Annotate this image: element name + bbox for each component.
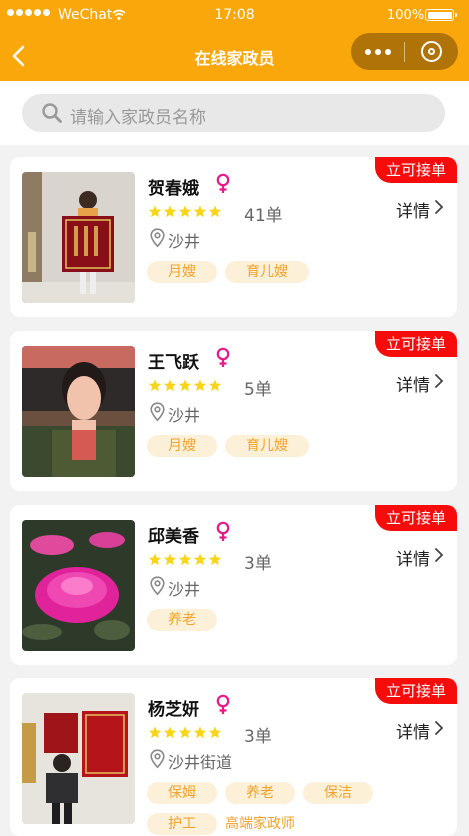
star-icon: [148, 724, 162, 743]
rating-stars: [148, 724, 222, 743]
service-tag: 月嫂: [147, 435, 217, 457]
chevron-right-icon: [434, 720, 444, 741]
helper-card[interactable]: 王飞跃 5单沙井月嫂 育儿嫂 立可接单详情: [10, 331, 457, 491]
detail-label: 详情: [396, 723, 430, 743]
female-icon: [216, 521, 230, 547]
helper-photo: [22, 346, 135, 477]
location-text: 沙井: [168, 580, 201, 599]
search-icon: [42, 103, 62, 123]
star-icon: [148, 551, 162, 570]
location-pin-icon: [150, 228, 165, 252]
helper-photo: [22, 693, 135, 824]
mini-program-capsule: [351, 33, 458, 70]
star-icon: [193, 724, 207, 743]
order-count: 41单: [244, 206, 283, 226]
nav-bar: 在线家政员: [0, 33, 469, 81]
star-icon: [208, 377, 222, 396]
star-icon: [163, 203, 177, 222]
service-tag: 护工: [147, 813, 217, 835]
star-icon: [178, 203, 192, 222]
detail-link[interactable]: 详情: [396, 371, 444, 396]
service-tags: 月嫂 育儿嫂: [147, 435, 447, 457]
rating-stars: [148, 551, 222, 570]
close-mini-program-icon[interactable]: [421, 41, 442, 62]
available-badge: 立可接单: [375, 331, 457, 357]
helper-card[interactable]: 邱美香 3单沙井养老 立可接单详情: [10, 505, 457, 665]
available-badge: 立可接单: [375, 505, 457, 531]
order-count: 5单: [244, 380, 272, 400]
service-tag: 高端家政师: [225, 816, 295, 832]
helper-card[interactable]: 杨芝妍 3单 沙井街道保姆 养老 保洁护工 高端家政师 立可接单详情: [10, 678, 457, 836]
star-icon: [193, 203, 207, 222]
capsule-divider: [404, 42, 405, 62]
star-icon: [178, 724, 192, 743]
location-pin-icon: [150, 749, 165, 773]
service-tag: 养老: [225, 782, 295, 804]
helper-location: 沙井: [150, 576, 200, 600]
helper-card[interactable]: 贺春娥 41单沙井月嫂 育儿嫂 立可接单详情: [10, 157, 457, 317]
star-icon: [163, 724, 177, 743]
service-tags: 月嫂 育儿嫂: [147, 261, 447, 283]
service-tags: 养老: [147, 609, 447, 631]
service-tag: 育儿嫂: [225, 435, 309, 457]
search-bar: 请输入家政员名称: [0, 81, 469, 145]
more-options-icon[interactable]: [365, 49, 391, 55]
detail-link[interactable]: 详情: [396, 718, 444, 743]
helper-location: 沙井: [150, 402, 200, 426]
star-icon: [163, 551, 177, 570]
available-badge: 立可接单: [375, 678, 457, 704]
service-tag: 月嫂: [147, 261, 217, 283]
available-badge: 立可接单: [375, 157, 457, 183]
service-tag: 保洁: [303, 782, 373, 804]
star-icon: [178, 377, 192, 396]
helper-location: 沙井街道: [150, 749, 232, 773]
star-icon: [193, 377, 207, 396]
helper-photo: [22, 172, 135, 303]
service-tag: 保姆: [147, 782, 217, 804]
order-count: 3单: [244, 554, 272, 574]
location-text: 沙井街道: [168, 753, 233, 772]
rating-stars: [148, 377, 222, 396]
service-tag: 育儿嫂: [225, 261, 309, 283]
star-icon: [148, 203, 162, 222]
helper-name: 贺春娥: [148, 179, 199, 199]
rating-stars: [148, 203, 222, 222]
female-icon: [216, 173, 230, 199]
battery-icon: [425, 9, 457, 21]
star-icon: [193, 551, 207, 570]
search-input[interactable]: 请输入家政员名称: [22, 94, 445, 132]
helper-location: 沙井: [150, 228, 200, 252]
star-icon: [208, 724, 222, 743]
detail-label: 详情: [396, 376, 430, 396]
star-icon: [148, 377, 162, 396]
chevron-right-icon: [434, 373, 444, 394]
detail-label: 详情: [396, 202, 430, 222]
detail-link[interactable]: 详情: [396, 545, 444, 570]
battery-percent: 100%: [387, 8, 425, 23]
helper-photo: [22, 520, 135, 651]
detail-link[interactable]: 详情: [396, 197, 444, 222]
star-icon: [208, 551, 222, 570]
helper-name: 杨芝妍: [148, 700, 199, 720]
detail-label: 详情: [396, 550, 430, 570]
location-text: 沙井: [168, 232, 201, 251]
status-bar: WeChat 17:08 100%: [0, 0, 469, 33]
chevron-right-icon: [434, 199, 444, 220]
helper-name: 邱美香: [148, 527, 199, 547]
star-icon: [163, 377, 177, 396]
helper-name: 王飞跃: [148, 353, 199, 373]
star-icon: [208, 203, 222, 222]
female-icon: [216, 694, 230, 720]
search-placeholder: 请输入家政员名称: [70, 108, 206, 128]
star-icon: [178, 551, 192, 570]
service-tags: 保姆 养老 保洁护工 高端家政师: [147, 782, 447, 835]
location-pin-icon: [150, 402, 165, 426]
female-icon: [216, 347, 230, 373]
service-tag: 养老: [147, 609, 217, 631]
chevron-right-icon: [434, 547, 444, 568]
location-text: 沙井: [168, 406, 201, 425]
order-count: 3单: [244, 727, 272, 747]
location-pin-icon: [150, 576, 165, 600]
